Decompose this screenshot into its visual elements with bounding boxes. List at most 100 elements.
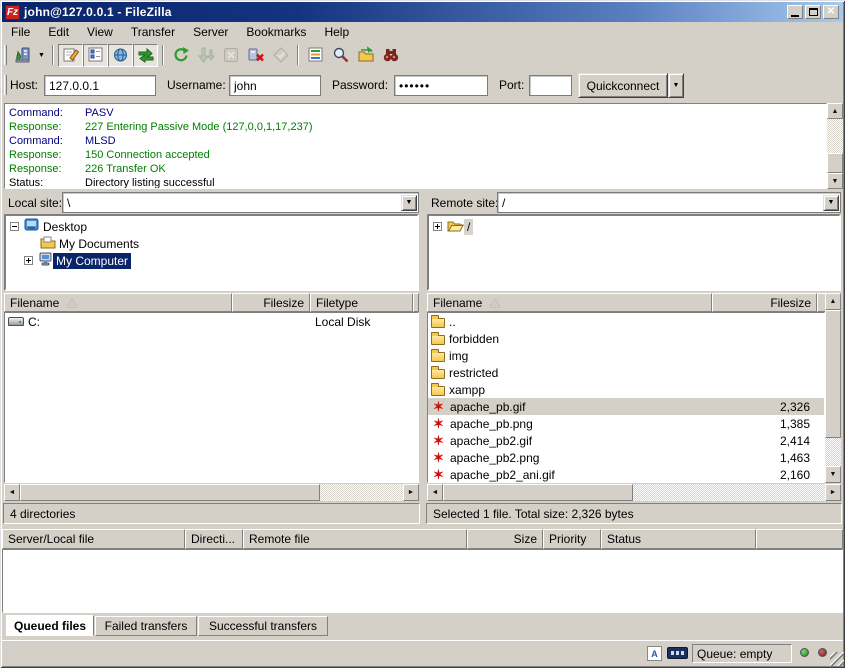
resize-grip[interactable] bbox=[830, 652, 844, 666]
table-row[interactable]: ✶apache_pb2.gif2,414 bbox=[428, 432, 824, 449]
combo-dropdown-button[interactable]: ▼ bbox=[823, 195, 839, 211]
column-header-status[interactable]: Status bbox=[601, 529, 756, 549]
port-input[interactable] bbox=[529, 75, 572, 96]
remote-file-list[interactable]: .. forbidden img restricted xampp ✶apach… bbox=[427, 312, 825, 483]
local-directory-tree[interactable]: Desktop My Documents My Computer bbox=[4, 214, 419, 291]
table-row[interactable]: img bbox=[428, 347, 824, 364]
table-row[interactable]: ✶apache_pb.png1,385 bbox=[428, 415, 824, 432]
minimize-button[interactable] bbox=[787, 5, 803, 19]
scrollbar-thumb[interactable] bbox=[443, 484, 633, 501]
refresh-button[interactable] bbox=[168, 44, 193, 67]
close-button[interactable]: ✕ bbox=[823, 5, 839, 19]
site-manager-dropdown-button[interactable]: ▼ bbox=[35, 44, 48, 67]
tree-item-desktop[interactable]: Desktop bbox=[6, 218, 417, 235]
local-status-text: 4 directories bbox=[10, 507, 75, 521]
process-queue-button[interactable] bbox=[193, 44, 218, 67]
menu-help[interactable]: Help bbox=[315, 23, 358, 41]
disconnect-button[interactable] bbox=[243, 44, 268, 67]
column-header-server-local-file[interactable]: Server/Local file bbox=[2, 529, 185, 549]
quickconnect-dropdown-button[interactable]: ▼ bbox=[668, 73, 684, 98]
table-row[interactable]: C: Local Disk bbox=[5, 313, 418, 330]
column-header-filename[interactable]: Filename bbox=[427, 293, 712, 312]
log-line: Command:MLSD bbox=[9, 134, 826, 148]
remote-directory-tree[interactable]: / bbox=[427, 214, 841, 291]
toolbar-separator bbox=[162, 45, 164, 65]
find-files-button[interactable] bbox=[378, 44, 403, 67]
remote-list-header: Filename Filesize bbox=[427, 293, 825, 312]
password-input[interactable] bbox=[394, 75, 488, 96]
tree-item-my-computer[interactable]: My Computer bbox=[6, 252, 417, 269]
menu-file[interactable]: File bbox=[2, 23, 39, 41]
collapse-icon[interactable] bbox=[10, 222, 19, 231]
column-header-size[interactable]: Size bbox=[467, 529, 543, 549]
column-header-filename[interactable]: Filename bbox=[4, 293, 232, 312]
toggle-message-log-button[interactable] bbox=[58, 44, 83, 67]
cancel-button[interactable] bbox=[218, 44, 243, 67]
tree-item-label: / bbox=[464, 219, 473, 235]
tab-successful-transfers[interactable]: Successful transfers bbox=[198, 616, 328, 636]
table-row[interactable]: forbidden bbox=[428, 330, 824, 347]
message-log[interactable]: Command:PASV Response:227 Entering Passi… bbox=[4, 103, 827, 189]
maximize-button[interactable] bbox=[805, 5, 821, 19]
scroll-right-button[interactable]: ► bbox=[825, 484, 841, 501]
column-header-filesize[interactable]: Filesize bbox=[232, 293, 310, 312]
scroll-left-button[interactable]: ◄ bbox=[4, 484, 20, 501]
remote-horizontal-scrollbar[interactable]: ◄ ► bbox=[427, 484, 841, 501]
scroll-down-button[interactable]: ▼ bbox=[827, 173, 843, 189]
scrollbar-thumb[interactable] bbox=[827, 153, 843, 173]
column-header-filetype[interactable]: Filetype bbox=[310, 293, 413, 312]
scroll-down-button[interactable]: ▼ bbox=[825, 466, 841, 483]
menu-transfer[interactable]: Transfer bbox=[122, 23, 184, 41]
tree-item-my-documents[interactable]: My Documents bbox=[6, 235, 417, 252]
column-header-remote-file[interactable]: Remote file bbox=[243, 529, 467, 549]
table-row[interactable]: ✶apache_pb2.png1,463 bbox=[428, 449, 824, 466]
reconnect-button[interactable] bbox=[268, 44, 293, 67]
scrollbar-thumb[interactable] bbox=[20, 484, 320, 501]
column-header-filesize[interactable]: Filesize bbox=[712, 293, 817, 312]
tree-item-root[interactable]: / bbox=[429, 218, 839, 235]
toggle-remote-tree-button[interactable] bbox=[108, 44, 133, 67]
table-row[interactable]: xampp bbox=[428, 381, 824, 398]
filename: img bbox=[449, 349, 468, 363]
column-header-priority[interactable]: Priority bbox=[543, 529, 601, 549]
remote-vertical-scrollbar[interactable]: ▲ ▼ bbox=[825, 293, 841, 483]
transfer-queue-list[interactable] bbox=[2, 549, 843, 613]
menu-bookmarks[interactable]: Bookmarks bbox=[237, 23, 315, 41]
title-bar[interactable]: Fz john@127.0.0.1 - FileZilla ✕ bbox=[2, 2, 843, 22]
table-row-selected[interactable]: ✶apache_pb.gif2,326 bbox=[428, 398, 824, 415]
log-scrollbar[interactable]: ▲ ▼ bbox=[827, 103, 843, 189]
site-manager-button[interactable] bbox=[10, 44, 35, 67]
column-header-last-modified[interactable]: L bbox=[413, 293, 419, 312]
menu-view[interactable]: View bbox=[78, 23, 122, 41]
expand-icon[interactable] bbox=[433, 222, 442, 231]
menu-server[interactable]: Server bbox=[184, 23, 237, 41]
host-input[interactable] bbox=[44, 75, 156, 96]
tab-queued-files[interactable]: Queued files bbox=[6, 615, 94, 636]
directory-comparison-button[interactable] bbox=[328, 44, 353, 67]
scroll-right-button[interactable]: ► bbox=[403, 484, 419, 501]
combo-dropdown-button[interactable]: ▼ bbox=[401, 195, 417, 211]
username-label: Username: bbox=[167, 78, 226, 92]
local-site-combo[interactable]: \ ▼ bbox=[62, 192, 419, 213]
table-row[interactable]: .. bbox=[428, 313, 824, 330]
scrollbar-thumb[interactable] bbox=[825, 310, 841, 438]
menu-edit[interactable]: Edit bbox=[39, 23, 78, 41]
tab-failed-transfers[interactable]: Failed transfers bbox=[95, 616, 197, 636]
column-header-direction[interactable]: Directi... bbox=[185, 529, 243, 549]
local-horizontal-scrollbar[interactable]: ◄ ► bbox=[4, 484, 419, 501]
scroll-up-button[interactable]: ▲ bbox=[825, 293, 841, 310]
table-row[interactable]: ✶apache_pb2_ani.gif2,160 bbox=[428, 466, 824, 483]
username-input[interactable] bbox=[229, 75, 321, 96]
column-label: Remote file bbox=[249, 532, 310, 546]
quickconnect-button[interactable]: Quickconnect bbox=[578, 73, 668, 98]
table-row[interactable]: restricted bbox=[428, 364, 824, 381]
scroll-up-button[interactable]: ▲ bbox=[827, 103, 843, 119]
expand-icon[interactable] bbox=[24, 256, 33, 265]
remote-site-combo[interactable]: / ▼ bbox=[497, 192, 841, 213]
filter-button[interactable] bbox=[303, 44, 328, 67]
toggle-transfer-queue-button[interactable] bbox=[133, 44, 158, 67]
scroll-left-button[interactable]: ◄ bbox=[427, 484, 443, 501]
synchronized-browsing-button[interactable] bbox=[353, 44, 378, 67]
local-file-list[interactable]: C: Local Disk bbox=[4, 312, 419, 483]
toggle-local-tree-button[interactable] bbox=[83, 44, 108, 67]
